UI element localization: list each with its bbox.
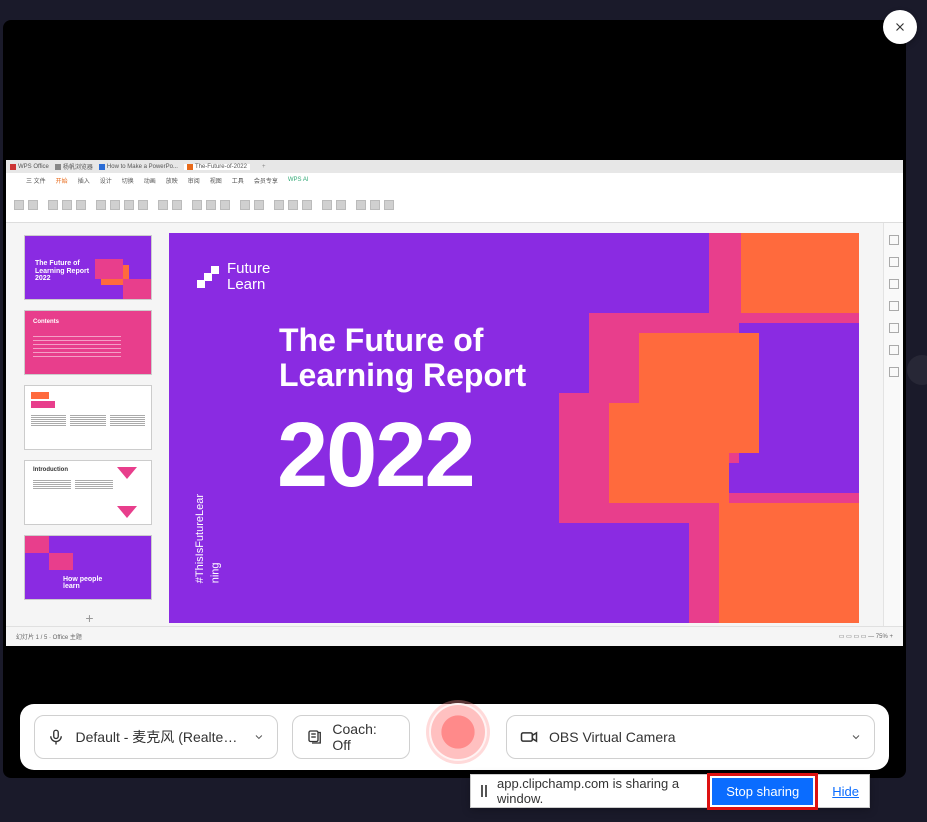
sharing-message: app.clipchamp.com is sharing a window. xyxy=(497,776,697,806)
thumbnail[interactable]: 5 How people learn xyxy=(24,535,152,600)
slide-title: The Future of Learning Report xyxy=(279,323,526,392)
microphone-icon xyxy=(47,727,66,747)
slide-year: 2022 xyxy=(277,403,474,508)
tab-label: 杨帆浏览器 xyxy=(63,162,93,171)
slide-hashtag: #ThisIsFutureLear ning xyxy=(193,494,224,583)
chevron-down-icon xyxy=(253,731,265,743)
side-tool-panel xyxy=(883,223,903,626)
thumbnail[interactable]: 3 xyxy=(24,385,152,450)
ribbon-toolbar xyxy=(6,187,903,223)
microphone-selector[interactable]: Default - 麦克风 (Realtek(R... xyxy=(34,715,278,759)
screen-sharing-notification: app.clipchamp.com is sharing a window. S… xyxy=(470,774,870,808)
hint-bubble xyxy=(907,355,927,385)
chevron-down-icon xyxy=(850,731,862,743)
microphone-label: Default - 麦克风 (Realtek(R... xyxy=(76,727,244,747)
thumbnail[interactable]: 2 Contents xyxy=(24,310,152,375)
camera-label: OBS Virtual Camera xyxy=(549,729,676,745)
coach-icon xyxy=(305,727,324,747)
thumbnail[interactable]: 4 Introduction xyxy=(24,460,152,525)
logo-mark-icon xyxy=(197,266,219,288)
stop-sharing-button[interactable]: Stop sharing xyxy=(712,778,813,805)
pause-icon[interactable] xyxy=(481,785,487,797)
workspace: 1 The Future of Learning Report 2022 2 C… xyxy=(6,223,903,626)
tab-label: How to Make a PowerPo... xyxy=(107,164,178,170)
brand-logo: Future Learn xyxy=(197,261,270,293)
status-bar: 幻灯片 1 / 5 · Office 主题 ▭ ▭ ▭ ▭ — 75% + xyxy=(6,626,903,646)
app-tab-strip: WPS Office 杨帆浏览器 How to Make a PowerPo..… xyxy=(6,160,903,173)
recorder-control-bar: Default - 麦克风 (Realtek(R... Coach: Off xyxy=(20,704,889,770)
record-button[interactable] xyxy=(429,703,487,761)
tab-label: The-Future-of-2022 xyxy=(195,164,247,170)
thumbnail[interactable]: 1 The Future of Learning Report 2022 xyxy=(24,235,152,300)
recorder-window: WPS Office 杨帆浏览器 How to Make a PowerPo..… xyxy=(3,20,906,778)
camera-selector[interactable]: OBS Virtual Camera xyxy=(506,715,875,759)
coach-label: Coach: Off xyxy=(332,721,397,753)
coach-toggle[interactable]: Coach: Off xyxy=(292,715,410,759)
shared-screen-preview: WPS Office 杨帆浏览器 How to Make a PowerPo..… xyxy=(6,160,903,646)
tab-label: WPS Office xyxy=(18,164,49,170)
close-icon xyxy=(893,20,907,34)
main-slide: Future Learn The Future of Learning Repo… xyxy=(169,233,859,623)
app-menu-bar: 三 文件 开始 插入 设计 切换 动画 放映 审阅 视图 工具 会员专享 WPS… xyxy=(6,173,903,187)
close-button[interactable] xyxy=(883,10,917,44)
hide-link[interactable]: Hide xyxy=(832,784,859,799)
slide-thumbnails: 1 The Future of Learning Report 2022 2 C… xyxy=(6,223,161,626)
camera-icon xyxy=(519,727,539,747)
add-slide-button[interactable]: + xyxy=(24,610,155,626)
